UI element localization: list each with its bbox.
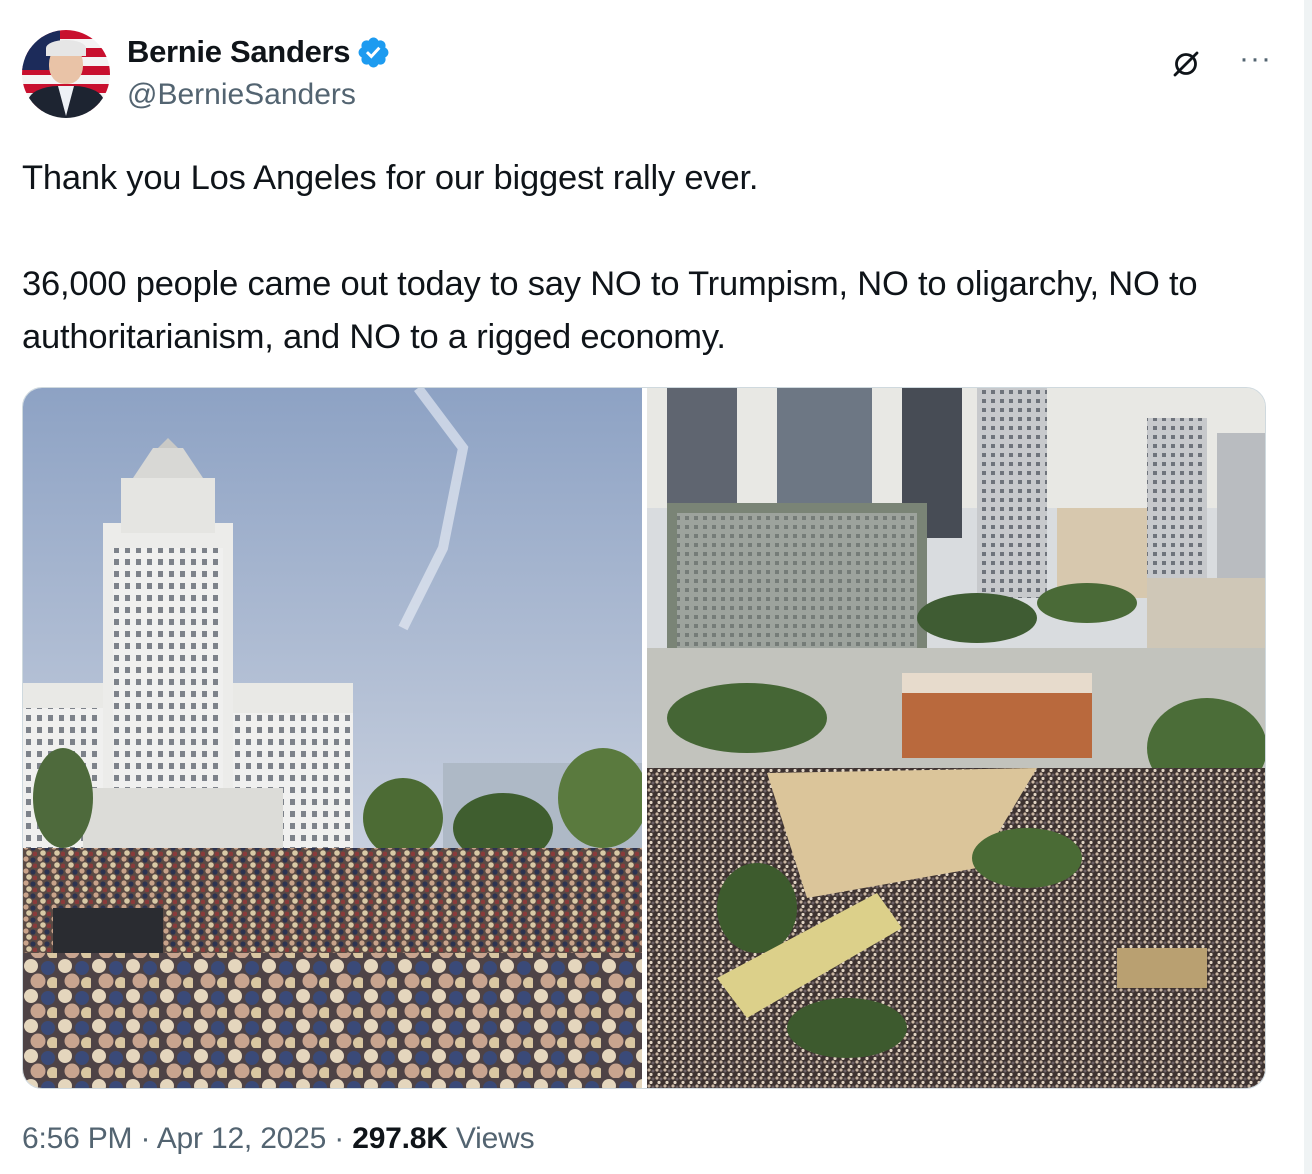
grok-icon[interactable] (1170, 48, 1202, 80)
author-name-row: Bernie Sanders (127, 34, 391, 70)
author-display-name[interactable]: Bernie Sanders (127, 34, 351, 70)
tweet-meta: 6:56 PM · Apr 12, 2025 · 297.8K Views (22, 1122, 535, 1156)
aerial-crowd-photo[interactable] (647, 388, 1265, 1088)
meta-separator: · (132, 1122, 157, 1155)
tweet-time[interactable]: 6:56 PM (22, 1122, 133, 1155)
city-hall-rally-photo[interactable] (23, 388, 642, 1088)
verified-badge-icon[interactable] (356, 35, 391, 70)
tweet-header: Bernie Sanders @BernieSanders ··· (22, 30, 1272, 120)
meta-separator: · (326, 1122, 353, 1155)
views-count[interactable]: 297.8K (352, 1122, 448, 1155)
right-border (1304, 0, 1312, 1174)
views-label[interactable]: Views (448, 1122, 535, 1155)
avatar[interactable] (22, 30, 110, 118)
author-handle[interactable]: @BernieSanders (127, 78, 356, 112)
tweet-media (22, 387, 1266, 1089)
tweet-text: Thank you Los Angeles for our biggest ra… (22, 159, 1198, 356)
more-icon[interactable]: ··· (1239, 44, 1272, 74)
tweet-date[interactable]: Apr 12, 2025 (157, 1122, 327, 1155)
